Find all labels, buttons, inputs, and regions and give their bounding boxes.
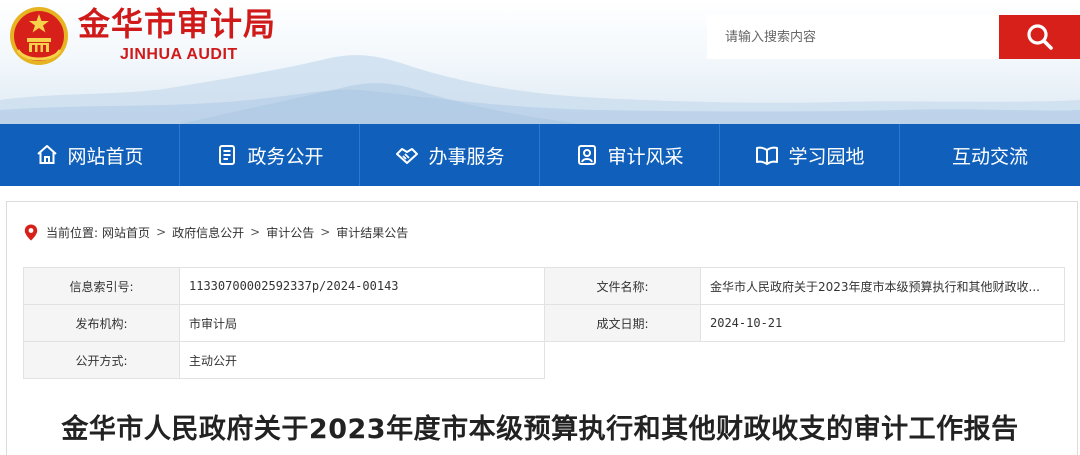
nav-item-audit-style[interactable]: 审计风采 (540, 124, 720, 186)
nav-item-label: 办事服务 (428, 145, 505, 168)
nav-item-learning[interactable]: 学习园地 (720, 124, 900, 186)
main-nav: 网站首页 政务公开 办事服务 审计风采 学习园地 互动交流 (0, 124, 1080, 186)
nav-item-services[interactable]: 办事服务 (360, 124, 540, 186)
nav-item-government-affairs[interactable]: 政务公开 (180, 124, 360, 186)
breadcrumb: 当前位置: 网站首页 > 政府信息公开 > 审计公告 > 审计结果公告 (24, 223, 408, 241)
home-icon (37, 145, 58, 164)
file-name-label: 文件名称: (544, 267, 701, 305)
table-row: 信息索引号: 11330700002592337p/2024-00143 文件名… (23, 267, 1065, 305)
nav-item-label: 网站首页 (67, 145, 144, 168)
table-row: 发布机构: 市审计局 成文日期: 2024-10-21 (23, 304, 1065, 342)
site-subtitle: JINHUA AUDIT (120, 46, 238, 63)
portrait-icon (578, 145, 597, 165)
document-metadata-table: 信息索引号: 11330700002592337p/2024-00143 文件名… (23, 267, 1065, 379)
breadcrumb-link-home[interactable]: 网站首页 (102, 224, 150, 241)
handshake-icon (396, 148, 419, 164)
index-number-label: 信息索引号: (23, 267, 180, 305)
site-title[interactable]: 金华市审计局 (78, 2, 276, 46)
search-input[interactable] (707, 15, 999, 59)
book-icon (756, 146, 779, 165)
breadcrumb-label: 当前位置: (46, 225, 99, 240)
nav-item-label: 审计风采 (607, 145, 684, 168)
nav-item-label: 学习园地 (788, 145, 865, 168)
nav-item-label: 互动交流 (951, 145, 1028, 168)
search-button[interactable] (999, 15, 1080, 59)
index-number-value: 11330700002592337p/2024-00143 (179, 267, 545, 305)
nav-item-home[interactable]: 网站首页 (0, 124, 180, 186)
document-icon (219, 145, 236, 165)
location-pin-icon (24, 224, 38, 240)
disclosure-mode-label: 公开方式: (23, 341, 180, 379)
written-date-value: 2024-10-21 (700, 304, 1065, 342)
breadcrumb-link-gov-info[interactable]: 政府信息公开 (172, 224, 244, 241)
site-header: 金华市审计局 JINHUA AUDIT (0, 0, 1080, 124)
breadcrumb-link-audit-results[interactable]: 审计结果公告 (336, 224, 408, 241)
search-icon (1026, 24, 1053, 50)
breadcrumb-separator: > (320, 225, 331, 239)
publisher-value: 市审计局 (179, 304, 545, 342)
national-emblem-icon (10, 7, 68, 65)
written-date-label: 成文日期: (544, 304, 701, 342)
file-name-value: 金华市人民政府关于2023年度市本级预算执行和其他财政收... (700, 267, 1065, 305)
breadcrumb-separator: > (250, 225, 261, 239)
nav-item-interaction[interactable]: 互动交流 (900, 124, 1080, 186)
disclosure-mode-value: 主动公开 (179, 341, 545, 379)
publisher-label: 发布机构: (23, 304, 180, 342)
nav-item-label: 政务公开 (247, 145, 324, 168)
breadcrumb-link-audit-notice[interactable]: 审计公告 (266, 224, 314, 241)
article-title: 金华市人民政府关于2023年度市本级预算执行和其他财政收支的审计工作报告 (61, 414, 1019, 445)
table-row: 公开方式: 主动公开 (23, 341, 1065, 379)
breadcrumb-separator: > (156, 225, 167, 239)
